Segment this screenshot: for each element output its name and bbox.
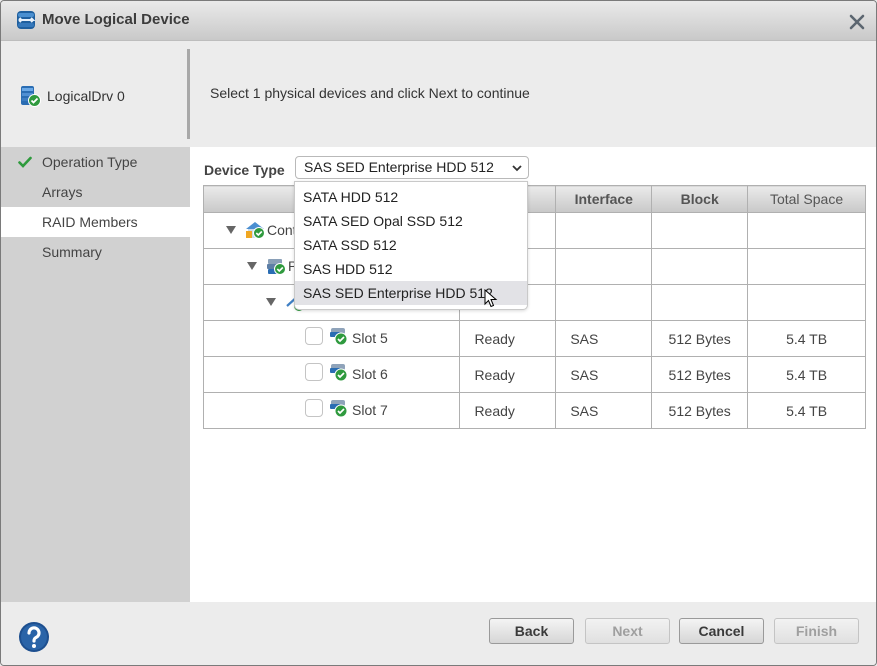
disk-ok-icon (330, 364, 348, 382)
controller-icon (246, 222, 265, 239)
device-type-option[interactable]: SAS HDD 512 (295, 257, 527, 281)
table-row[interactable]: Slot 6 Ready SAS 512 Bytes 5.4 TB (202, 356, 866, 393)
expand-triangle-icon[interactable] (247, 262, 257, 270)
next-button[interactable]: Next (585, 618, 670, 644)
step-label: Operation Type (42, 154, 138, 170)
column-header-block[interactable]: Block (651, 185, 749, 213)
step-label: RAID Members (42, 214, 138, 230)
block-cell: 512 Bytes (651, 392, 749, 429)
wizard-steps-sidebar: Operation Type Arrays RAID Members Summa… (1, 147, 190, 602)
block-cell: 512 Bytes (651, 320, 749, 357)
back-button[interactable]: Back (489, 618, 574, 644)
cell (651, 284, 749, 321)
cell (651, 212, 749, 249)
cell (747, 212, 866, 249)
chevron-down-icon (512, 165, 522, 172)
slot-5-checkbox[interactable] (305, 327, 323, 345)
step-label: Summary (42, 244, 102, 260)
step-raid-members[interactable]: RAID Members (1, 207, 190, 237)
device-type-label: Device Type (204, 162, 285, 178)
cell (555, 248, 653, 285)
mouse-cursor-icon (484, 289, 498, 308)
disk-ok-icon (330, 328, 348, 346)
column-header-total-space[interactable]: Total Space (747, 185, 866, 213)
total-space-cell: 5.4 TB (747, 392, 866, 429)
cell (651, 248, 749, 285)
disk-ok-icon (330, 400, 348, 418)
finish-button[interactable]: Finish (774, 618, 859, 644)
header-divider (187, 49, 190, 139)
physical-devices-icon (267, 259, 286, 275)
total-space-cell: 5.4 TB (747, 356, 866, 393)
checkmark-icon (18, 156, 32, 168)
logical-device-name: LogicalDrv 0 (47, 88, 125, 104)
cancel-button[interactable]: Cancel (679, 618, 764, 644)
interface-cell: SAS (555, 392, 653, 429)
table-row[interactable]: Slot 5 Ready SAS 512 Bytes 5.4 TB (202, 320, 866, 357)
step-arrays[interactable]: Arrays (1, 177, 190, 207)
device-type-selected-value: SAS SED Enterprise HDD 512 (304, 159, 494, 175)
title-bar: Move Logical Device (1, 1, 876, 41)
total-space-cell: 5.4 TB (747, 320, 866, 357)
dialog-footer: Back Next Cancel Finish (1, 602, 876, 665)
content-panel: Device Type SAS SED Enterprise HDD 512 I… (190, 147, 876, 602)
slot-label: Slot 7 (352, 402, 388, 418)
block-cell: 512 Bytes (651, 356, 749, 393)
move-logical-device-dialog: Move Logical Device LogicalDrv 0 Select … (0, 0, 877, 666)
cell (555, 284, 653, 321)
device-type-option[interactable]: SATA SSD 512 (295, 233, 527, 257)
status-cell: Ready (459, 392, 557, 429)
instruction-text: Select 1 physical devices and click Next… (210, 85, 530, 101)
tree-label[interactable]: Cont (267, 222, 297, 238)
step-summary[interactable]: Summary (1, 237, 190, 267)
interface-cell: SAS (555, 356, 653, 393)
dialog-title: Move Logical Device (42, 11, 190, 28)
logical-device-label: LogicalDrv 0 (19, 85, 125, 107)
logical-drive-ok-icon (21, 86, 41, 107)
expand-triangle-icon[interactable] (226, 226, 236, 234)
move-logical-device-icon (17, 11, 36, 29)
slot-label: Slot 6 (352, 366, 388, 382)
slot-label: Slot 5 (352, 330, 388, 346)
column-header-interface[interactable]: Interface (555, 185, 653, 213)
step-operation-type[interactable]: Operation Type (1, 147, 190, 177)
device-type-select[interactable]: SAS SED Enterprise HDD 512 (295, 156, 529, 179)
cell (747, 284, 866, 321)
status-cell: Ready (459, 320, 557, 357)
expand-triangle-icon[interactable] (266, 298, 276, 306)
cell (747, 248, 866, 285)
table-row[interactable]: Slot 7 Ready SAS 512 Bytes 5.4 TB (202, 392, 866, 429)
device-type-option[interactable]: SATA SED Opal SSD 512 (295, 209, 527, 233)
status-cell: Ready (459, 356, 557, 393)
cell (555, 212, 653, 249)
device-type-option[interactable]: SATA HDD 512 (295, 185, 527, 209)
header-area: LogicalDrv 0 Select 1 physical devices a… (1, 41, 876, 147)
interface-cell: SAS (555, 320, 653, 357)
step-label: Arrays (42, 184, 83, 200)
slot-6-checkbox[interactable] (305, 363, 323, 381)
close-icon[interactable] (848, 11, 866, 31)
slot-7-checkbox[interactable] (305, 399, 323, 417)
help-icon[interactable] (18, 621, 50, 653)
